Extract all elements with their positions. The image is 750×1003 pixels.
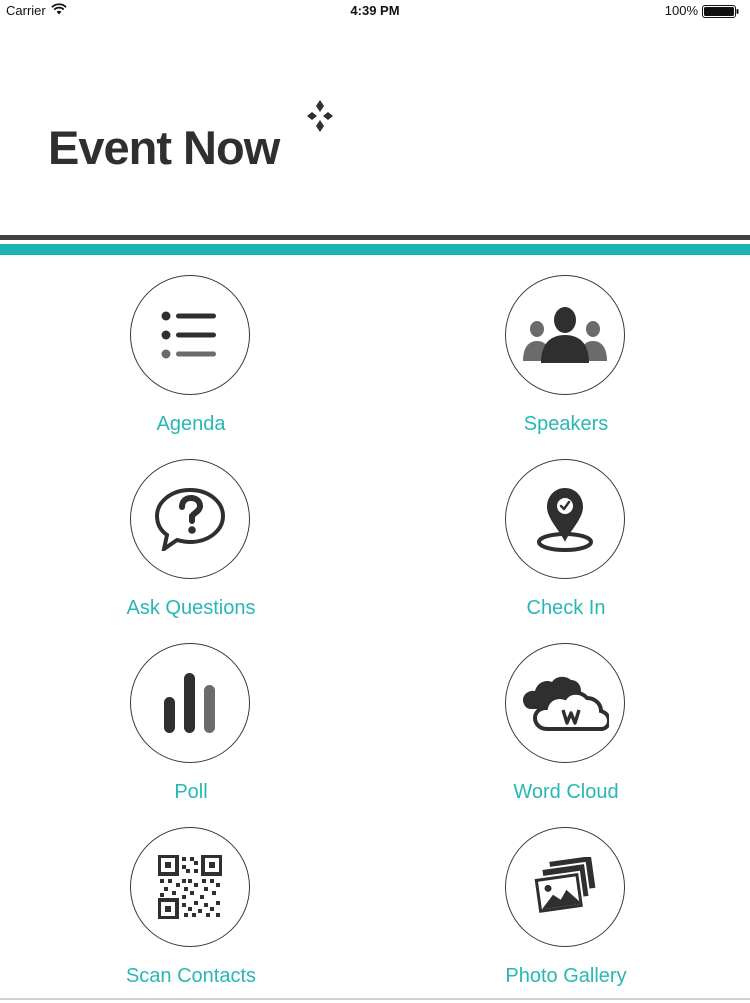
scan-contacts-button[interactable] [130,827,250,947]
speakers-button[interactable] [505,275,625,395]
question-bubble-icon [154,487,226,551]
word-cloud-button[interactable] [505,643,625,763]
agenda-button[interactable] [130,275,250,395]
menu-item-check-in[interactable]: Check In [446,459,686,635]
battery-percentage: 100% [664,3,698,18]
status-bar: Carrier 4:39 PM 100% [0,0,750,22]
logo-text: Event Now [48,121,280,174]
people-icon [523,307,607,363]
cloud-icon [523,676,609,731]
photo-gallery-label[interactable]: Photo Gallery [446,965,686,988]
battery-icon [702,5,740,21]
header-divider-dark [0,235,750,240]
list-icon [161,311,216,359]
check-in-label[interactable]: Check In [446,597,686,620]
sparkle-icon [305,100,335,137]
ask-questions-label[interactable]: Ask Questions [71,597,311,620]
map-pin-check-icon [537,488,593,552]
poll-label[interactable]: Poll [71,781,311,804]
scan-contacts-label[interactable]: Scan Contacts [71,965,311,988]
menu-item-speakers[interactable]: Speakers [446,275,686,451]
menu-item-scan-contacts[interactable]: Scan Contacts [71,827,311,1003]
clock: 4:39 PM [350,3,400,18]
menu-item-photo-gallery[interactable]: Photo Gallery [446,827,686,1003]
ask-questions-button[interactable] [130,459,250,579]
menu-item-ask-questions[interactable]: Ask Questions [71,459,311,635]
menu-item-agenda[interactable]: Agenda [71,275,311,451]
header-divider-teal [0,244,750,255]
menu-item-poll[interactable]: Poll [71,643,311,819]
speakers-label[interactable]: Speakers [446,413,686,436]
qr-code-icon [158,855,222,919]
menu-item-word-cloud[interactable]: Word Cloud [446,643,686,819]
bar-chart-icon [164,673,215,733]
word-cloud-label[interactable]: Word Cloud [446,781,686,804]
check-in-button[interactable] [505,459,625,579]
photos-icon [532,857,598,916]
poll-button[interactable] [130,643,250,763]
agenda-label[interactable]: Agenda [71,413,311,436]
photo-gallery-button[interactable] [505,827,625,947]
